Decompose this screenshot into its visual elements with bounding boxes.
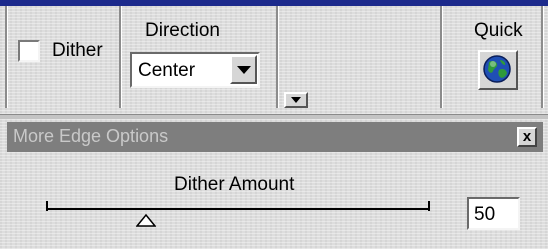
chevron-down-icon bbox=[237, 66, 251, 74]
panel-title: More Edge Options bbox=[13, 126, 169, 146]
direction-label: Direction bbox=[145, 20, 220, 41]
slider-max-tick bbox=[428, 201, 430, 211]
direction-select[interactable]: Center bbox=[130, 52, 260, 88]
close-icon: x bbox=[522, 128, 532, 145]
properties-toolbar: Dither Direction Center Quick More Edge … bbox=[0, 0, 548, 249]
dither-amount-label: Dither Amount bbox=[174, 174, 295, 195]
dither-amount-input[interactable]: 50 bbox=[467, 197, 520, 230]
dither-label: Dither bbox=[52, 40, 103, 61]
panel-title-bar: More Edge Options x bbox=[7, 122, 543, 152]
separator bbox=[440, 6, 443, 108]
separator bbox=[276, 6, 279, 108]
separator bbox=[541, 6, 544, 108]
more-options-button[interactable] bbox=[284, 92, 308, 108]
direction-value: Center bbox=[138, 60, 196, 81]
top-border bbox=[0, 0, 548, 6]
direction-dropdown-button[interactable] bbox=[230, 55, 257, 84]
quick-label: Quick bbox=[474, 20, 523, 41]
dither-amount-slider[interactable] bbox=[46, 208, 430, 210]
close-button[interactable]: x bbox=[517, 127, 537, 147]
dither-checkbox[interactable] bbox=[18, 40, 40, 62]
dither-amount-value: 50 bbox=[474, 204, 496, 225]
toolbar-divider bbox=[0, 114, 548, 119]
quick-button[interactable] bbox=[478, 50, 518, 90]
globe-icon bbox=[483, 55, 511, 83]
separator bbox=[119, 6, 122, 108]
slider-thumb-icon[interactable] bbox=[135, 214, 156, 228]
separator bbox=[5, 6, 8, 108]
chevron-down-icon bbox=[291, 97, 301, 103]
